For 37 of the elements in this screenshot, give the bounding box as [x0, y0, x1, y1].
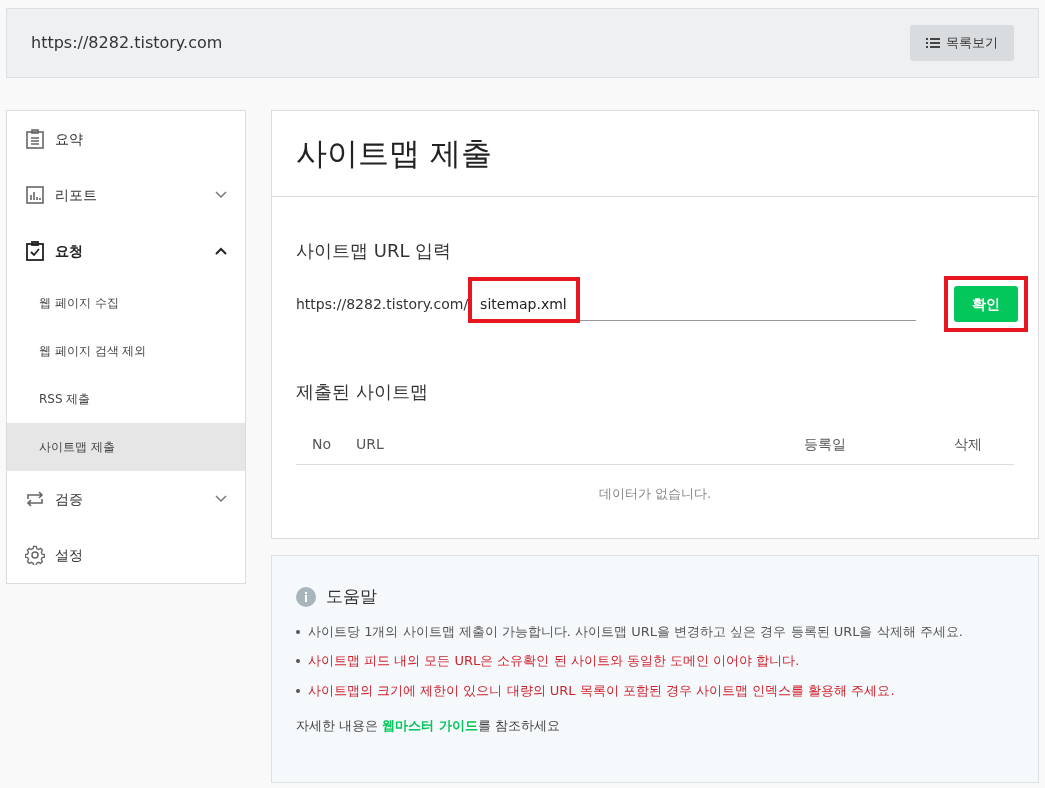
column-header: 등록일: [804, 436, 846, 452]
guide-text: 자세한 내용은: [296, 717, 379, 735]
clipboard-check-icon: [26, 241, 44, 261]
sidebar-item[interactable]: 리포트: [55, 184, 215, 206]
sidebar-item[interactable]: 검증: [55, 488, 215, 510]
sidebar-item[interactable]: 설정: [55, 544, 227, 566]
swap-arrows-icon: [26, 490, 44, 508]
guide-text: 를 참조하세요: [477, 717, 560, 735]
column-header: No: [312, 436, 332, 452]
settings-icon: [25, 545, 45, 565]
clipboard-icon: [26, 129, 44, 149]
chevron-down-icon[interactable]: [215, 191, 227, 199]
bar-chart-icon: [26, 186, 44, 204]
chevron-down-icon[interactable]: [215, 495, 227, 503]
list-icon: [926, 37, 940, 49]
empty-message: 데이터가 없습니다.: [598, 486, 712, 501]
site-url: https://8282.tistory.com: [31, 32, 223, 54]
help-text: 사이트맵의 크기에 제한이 있으니 대량의 URL 목록이 포함된 경우 사이트맵 인덱스를 활용해 주세요.: [308, 681, 895, 700]
sidebar-subitem[interactable]: RSS 제출: [7, 375, 245, 423]
page-title: 사이트맵 제출: [296, 134, 492, 174]
help-text: 사이트맵 피드 내의 모든 URL은 소유확인 된 사이트와 동일한 도메인 이어야 합니다.: [308, 652, 800, 670]
sidebar-item[interactable]: 요약: [55, 128, 227, 150]
sidebar-item[interactable]: 요청: [55, 240, 215, 262]
column-header: URL: [356, 436, 384, 452]
help-title: 도움말: [326, 585, 377, 608]
info-icon: [296, 586, 316, 607]
sidebar-subitem[interactable]: 웹 페이지 검색 제외: [7, 327, 245, 375]
help-text: 사이트당 1개의 사이트맵 제출이 가능합니다. 사이트맵 URL을 변경하고 싶은 경우 등록된 URL을 삭제해 주세요.: [308, 622, 963, 641]
url-input-field[interactable]: sitemap.xml: [472, 287, 916, 321]
column-header: 삭제: [954, 436, 982, 452]
url-prefix: https://8282.tistory.com/: [296, 294, 469, 314]
list-view-button[interactable]: 목록보기: [910, 25, 1014, 61]
chevron-up-icon[interactable]: [215, 247, 227, 255]
sidebar-subitem[interactable]: 웹 페이지 수집: [7, 279, 245, 327]
sidebar-subitem[interactable]: 사이트맵 제출: [7, 423, 245, 471]
section-heading: 사이트맵 URL 입력: [296, 239, 453, 263]
section-heading: 제출된 사이트맵: [296, 380, 429, 404]
